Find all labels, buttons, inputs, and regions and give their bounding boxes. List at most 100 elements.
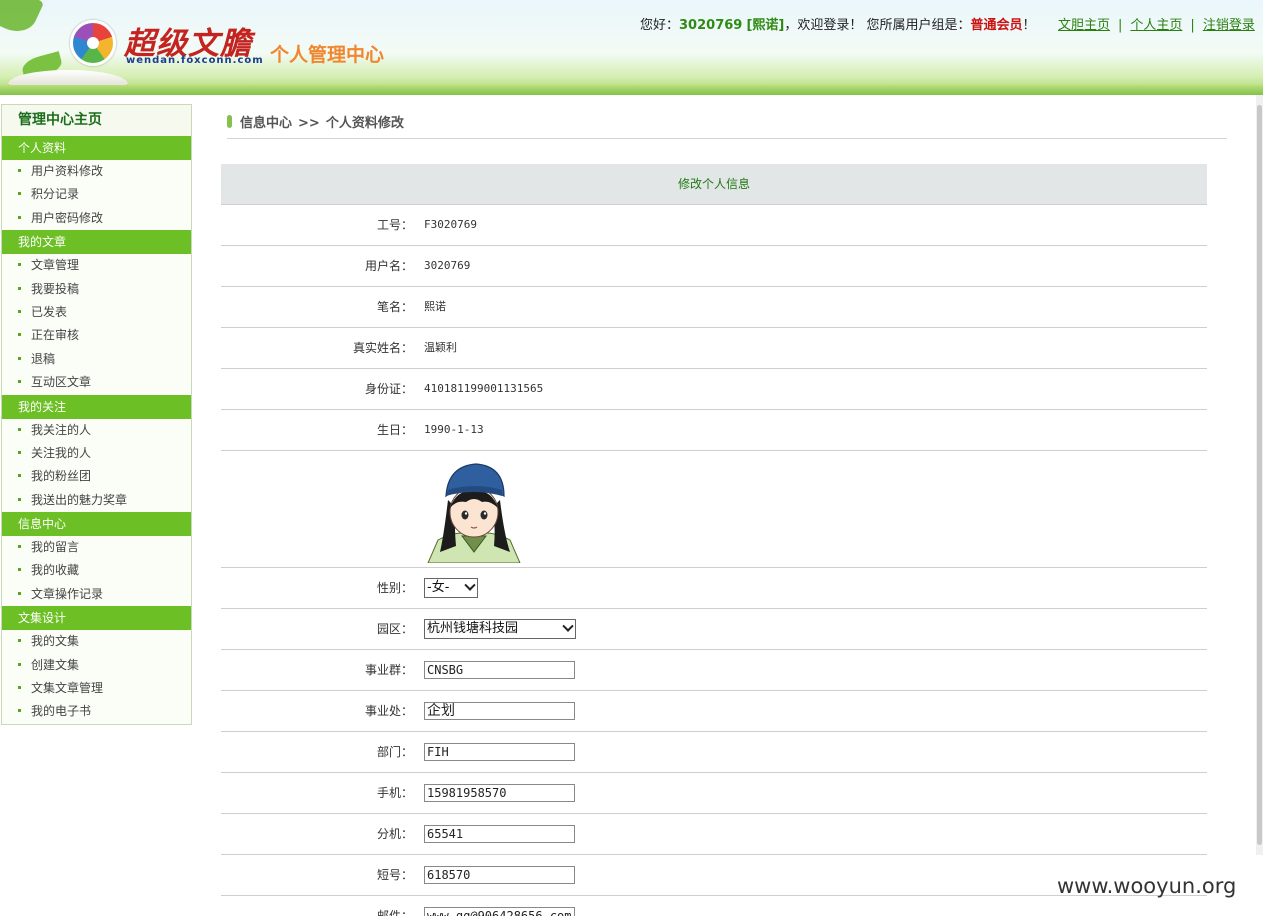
sidebar-home-link[interactable]: 管理中心主页 [2,105,191,136]
link-separator: | [1118,18,1123,33]
id-card-label: 身份证： [364,382,413,396]
sidebar-item-create-collection[interactable]: 创建文集 [2,654,191,677]
sidebar-item-article-log[interactable]: 文章操作记录 [2,583,191,606]
form-row-real-name: 真实姓名： 温颖利 [221,328,1207,369]
form-row-department: 部门： FIH [221,732,1207,773]
form-title: 修改个人信息 [221,164,1207,205]
bullet-icon [18,450,21,454]
sidebar-item-password[interactable]: 用户密码修改 [2,207,191,230]
bullet-icon [18,215,21,219]
bullet-icon [18,709,21,713]
sidebar-item-label: 积分记录 [31,187,80,202]
sidebar-item-fans[interactable]: 我的粉丝团 [2,465,191,488]
scrollbar-thumb[interactable] [1257,105,1262,845]
leaf-icon [227,115,232,128]
sidebar-item-edit-profile[interactable]: 用户资料修改 [2,160,191,183]
sidebar-item-rejected[interactable]: 退稿 [2,348,191,371]
form-row-pen-name: 笔名： 熙诺 [221,287,1207,328]
form-row-username: 用户名： 3020769 [221,246,1207,287]
bullet-icon [18,263,21,267]
sidebar-item-favorites[interactable]: 我的收藏 [2,559,191,582]
sidebar-item-label: 创建文集 [31,657,80,672]
email-label: 邮件： [376,909,413,916]
username-value: 3020769 [424,259,471,272]
sidebar-item-article-manage[interactable]: 文章管理 [2,254,191,277]
breadcrumb-section[interactable]: 信息中心 [240,116,292,131]
sidebar-item-label: 文章操作记录 [31,586,104,601]
sidebar-item-label: 正在审核 [31,328,80,343]
logo-url: wendan.foxconn.com [126,55,264,66]
sidebar-item-my-collections[interactable]: 我的文集 [2,630,191,653]
sidebar-item-label: 用户密码修改 [31,210,104,225]
breadcrumb-arrow: >> [298,116,320,131]
short-number-label: 短号： [376,868,413,882]
sidebar-item-medals[interactable]: 我送出的魅力奖章 [2,489,191,512]
form-row-gender: 性别： -女- [221,568,1207,609]
pen-name-label: 笔名： [376,300,413,314]
bullet-icon [18,591,21,595]
sidebar-item-label: 文集文章管理 [31,681,104,696]
sidebar-item-points[interactable]: 积分记录 [2,183,191,206]
link-wendan-home[interactable]: 文胆主页 [1058,18,1110,33]
extension-input[interactable]: 65541 [424,825,575,843]
link-separator: | [1190,18,1195,33]
username-label: 用户名： [364,259,413,273]
scrollbar[interactable] [1256,95,1263,855]
sidebar-item-messages[interactable]: 我的留言 [2,536,191,559]
sidebar-item-interactive[interactable]: 互动区文章 [2,371,191,394]
sidebar-item-published[interactable]: 已发表 [2,301,191,324]
welcome-middle: ，欢迎登录！ 您所属用户组是： [784,18,971,33]
emp-id-label: 工号： [376,218,413,232]
sidebar-item-submit[interactable]: 我要投稿 [2,278,191,301]
email-input[interactable]: www.qq@906428656.com [424,907,575,916]
mobile-input[interactable]: 15981958570 [424,784,575,802]
bullet-icon [18,169,21,172]
business-unit-input[interactable]: 企划 [424,702,575,720]
id-card-value: 410181199001131565 [424,382,544,395]
sidebar-group-articles[interactable]: 我的文章 [2,230,191,255]
sidebar-item-ebooks[interactable]: 我的电子书 [2,700,191,723]
birthday-label: 生日： [376,423,413,437]
mobile-label: 手机： [376,786,413,800]
welcome-pen-name: [熙诺] [746,18,785,33]
sidebar-item-collection-articles[interactable]: 文集文章管理 [2,677,191,700]
link-logout[interactable]: 注销登录 [1203,18,1255,33]
bullet-icon [18,474,21,478]
park-select[interactable]: 杭州钱塘科技园 [424,619,576,639]
welcome-user-id: 3020769 [679,18,743,33]
sidebar-item-followers[interactable]: 关注我的人 [2,442,191,465]
sidebar-item-label: 我的电子书 [31,704,92,719]
logo-icon [70,20,116,66]
welcome-message: 您好：3020769 [熙诺]，欢迎登录！ 您所属用户组是：普通会员！ [640,14,1036,33]
sidebar: 管理中心主页 个人资料 用户资料修改 积分记录 用户密码修改 我的文章 文章管理… [1,104,192,725]
business-group-input[interactable]: CNSBG [424,661,575,679]
sidebar-item-label: 退稿 [31,351,56,366]
form-row-email: 邮件： www.qq@906428656.com [221,896,1207,916]
link-personal-home[interactable]: 个人主页 [1130,18,1182,33]
short-number-input[interactable]: 618570 [424,866,575,884]
bullet-icon [18,427,21,431]
gender-select[interactable]: -女- [424,578,478,598]
bullet-icon [18,309,21,313]
form-row-business-unit: 事业处： 企划 [221,691,1207,732]
form-row-birthday: 生日： 1990-1-13 [221,410,1207,451]
form-row-business-group: 事业群： CNSBG [221,650,1207,691]
bullet-icon [18,356,21,360]
watermark: www.wooyun.org [1057,874,1237,898]
sidebar-item-label: 关注我的人 [31,445,92,460]
form-row-mobile: 手机： 15981958570 [221,773,1207,814]
sidebar-item-reviewing[interactable]: 正在审核 [2,324,191,347]
sidebar-item-following[interactable]: 我关注的人 [2,419,191,442]
form-row-emp-id: 工号： F3020769 [221,205,1207,246]
real-name-label: 真实姓名： [352,341,413,355]
extension-label: 分机： [376,827,413,841]
sidebar-group-follow[interactable]: 我的关注 [2,394,191,419]
bullet-icon [18,192,21,196]
gender-selected: -女- [427,580,450,595]
form-row-extension: 分机： 65541 [221,814,1207,855]
top-links: 文胆主页 | 个人主页 | 注销登录 [1058,14,1255,33]
sidebar-group-info[interactable]: 信息中心 [2,512,191,537]
sidebar-group-collections[interactable]: 文集设计 [2,606,191,631]
department-input[interactable]: FIH [424,743,575,761]
sidebar-group-profile[interactable]: 个人资料 [2,136,191,160]
